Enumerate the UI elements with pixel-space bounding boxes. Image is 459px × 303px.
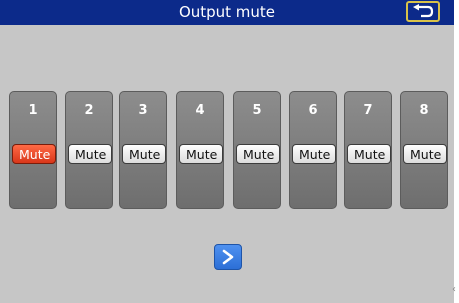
page-title: Output mute	[178, 3, 276, 21]
channel-2: 2 Mute	[65, 91, 113, 209]
next-page-button[interactable]	[214, 244, 242, 270]
channel-number: 7	[363, 103, 373, 118]
channel-6: 6 Mute	[289, 91, 337, 209]
mute-button-1[interactable]: Mute	[12, 144, 56, 164]
channel-7: 7 Mute	[344, 91, 392, 209]
channel-strip: 1 Mute 2 Mute 3 Mute 4 Mute 5 Mute 6 Mut…	[9, 91, 449, 209]
mute-button-2[interactable]: Mute	[68, 144, 112, 164]
channel-number: 2	[84, 103, 94, 118]
channel-3: 3 Mute	[119, 91, 167, 209]
edge-arrow-icon: ‹	[452, 284, 456, 295]
mute-button-7[interactable]: Mute	[347, 144, 391, 164]
chevron-right-icon	[222, 249, 234, 265]
channel-5: 5 Mute	[233, 91, 281, 209]
title-bar: Output mute	[0, 0, 454, 25]
return-arrow-icon	[413, 4, 434, 18]
channel-4: 4 Mute	[176, 91, 224, 209]
channel-8: 8 Mute	[400, 91, 448, 209]
channel-number: 3	[138, 103, 148, 118]
channel-number: 1	[28, 103, 38, 118]
channel-1: 1 Mute	[9, 91, 57, 209]
channel-number: 6	[308, 103, 318, 118]
mute-button-4[interactable]: Mute	[179, 144, 223, 164]
channel-number: 4	[195, 103, 205, 118]
screen: Output mute 1 Mute 2 Mute 3 Mute 4 Mute …	[0, 0, 454, 303]
channel-number: 8	[419, 103, 429, 118]
channel-number: 5	[252, 103, 262, 118]
back-button[interactable]	[406, 1, 440, 22]
mute-button-5[interactable]: Mute	[236, 144, 280, 164]
mute-button-8[interactable]: Mute	[403, 144, 447, 164]
mute-button-6[interactable]: Mute	[292, 144, 336, 164]
mute-button-3[interactable]: Mute	[122, 144, 166, 164]
